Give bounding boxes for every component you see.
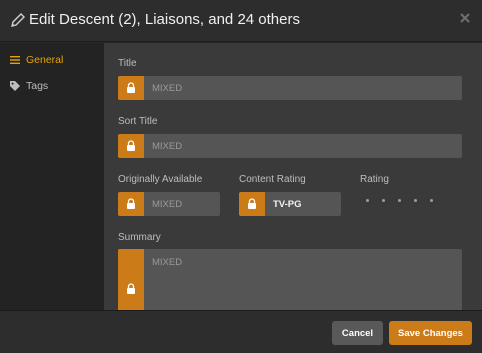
star-icon[interactable] (382, 199, 385, 202)
general-form: Title MIXED Sort Title MIXED Originally … (104, 43, 482, 310)
originally-available-input[interactable]: MIXED (144, 199, 182, 210)
star-icon[interactable] (414, 199, 417, 202)
originally-available-field[interactable]: MIXED (118, 192, 220, 216)
edit-dialog: Edit Descent (2), Liaisons, and 24 other… (0, 0, 482, 353)
dialog-header: Edit Descent (2), Liaisons, and 24 other… (0, 0, 482, 42)
lock-icon[interactable] (239, 192, 265, 216)
tag-icon (10, 81, 20, 91)
save-changes-button[interactable]: Save Changes (389, 321, 472, 345)
rating-stars[interactable] (366, 199, 446, 202)
sidebar: General Tags (0, 43, 104, 310)
cancel-button[interactable]: Cancel (332, 321, 383, 345)
summary-label: Summary (118, 232, 161, 243)
star-icon[interactable] (366, 199, 369, 202)
dialog-footer: Cancel Save Changes (0, 310, 482, 353)
sidebar-item-label: Tags (26, 80, 49, 92)
sidebar-item-label: General (26, 54, 64, 66)
lock-icon[interactable] (118, 134, 144, 158)
title-input[interactable]: MIXED (144, 83, 182, 94)
sort-title-input[interactable]: MIXED (144, 141, 182, 152)
summary-field[interactable]: MIXED (118, 249, 462, 310)
title-field[interactable]: MIXED (118, 76, 462, 100)
content-rating-input[interactable]: TV-PG (265, 199, 302, 210)
summary-textarea[interactable]: MIXED (144, 249, 182, 268)
sort-title-field[interactable]: MIXED (118, 134, 462, 158)
content-rating-field[interactable]: TV-PG (239, 192, 341, 216)
content-rating-label: Content Rating (239, 174, 306, 185)
lock-icon[interactable] (118, 249, 144, 310)
lock-icon[interactable] (118, 76, 144, 100)
list-icon (10, 56, 20, 64)
star-icon[interactable] (430, 199, 433, 202)
sort-title-label: Sort Title (118, 116, 158, 127)
rating-label: Rating (360, 174, 389, 185)
sidebar-item-tags[interactable]: Tags (9, 77, 48, 95)
sidebar-item-general[interactable]: General (9, 51, 63, 69)
pencil-icon (11, 13, 25, 27)
title-label: Title (118, 58, 137, 69)
close-icon[interactable] (458, 11, 472, 25)
star-icon[interactable] (398, 199, 401, 202)
dialog-title: Edit Descent (2), Liaisons, and 24 other… (29, 11, 300, 28)
lock-icon[interactable] (118, 192, 144, 216)
originally-available-label: Originally Available (118, 174, 203, 185)
